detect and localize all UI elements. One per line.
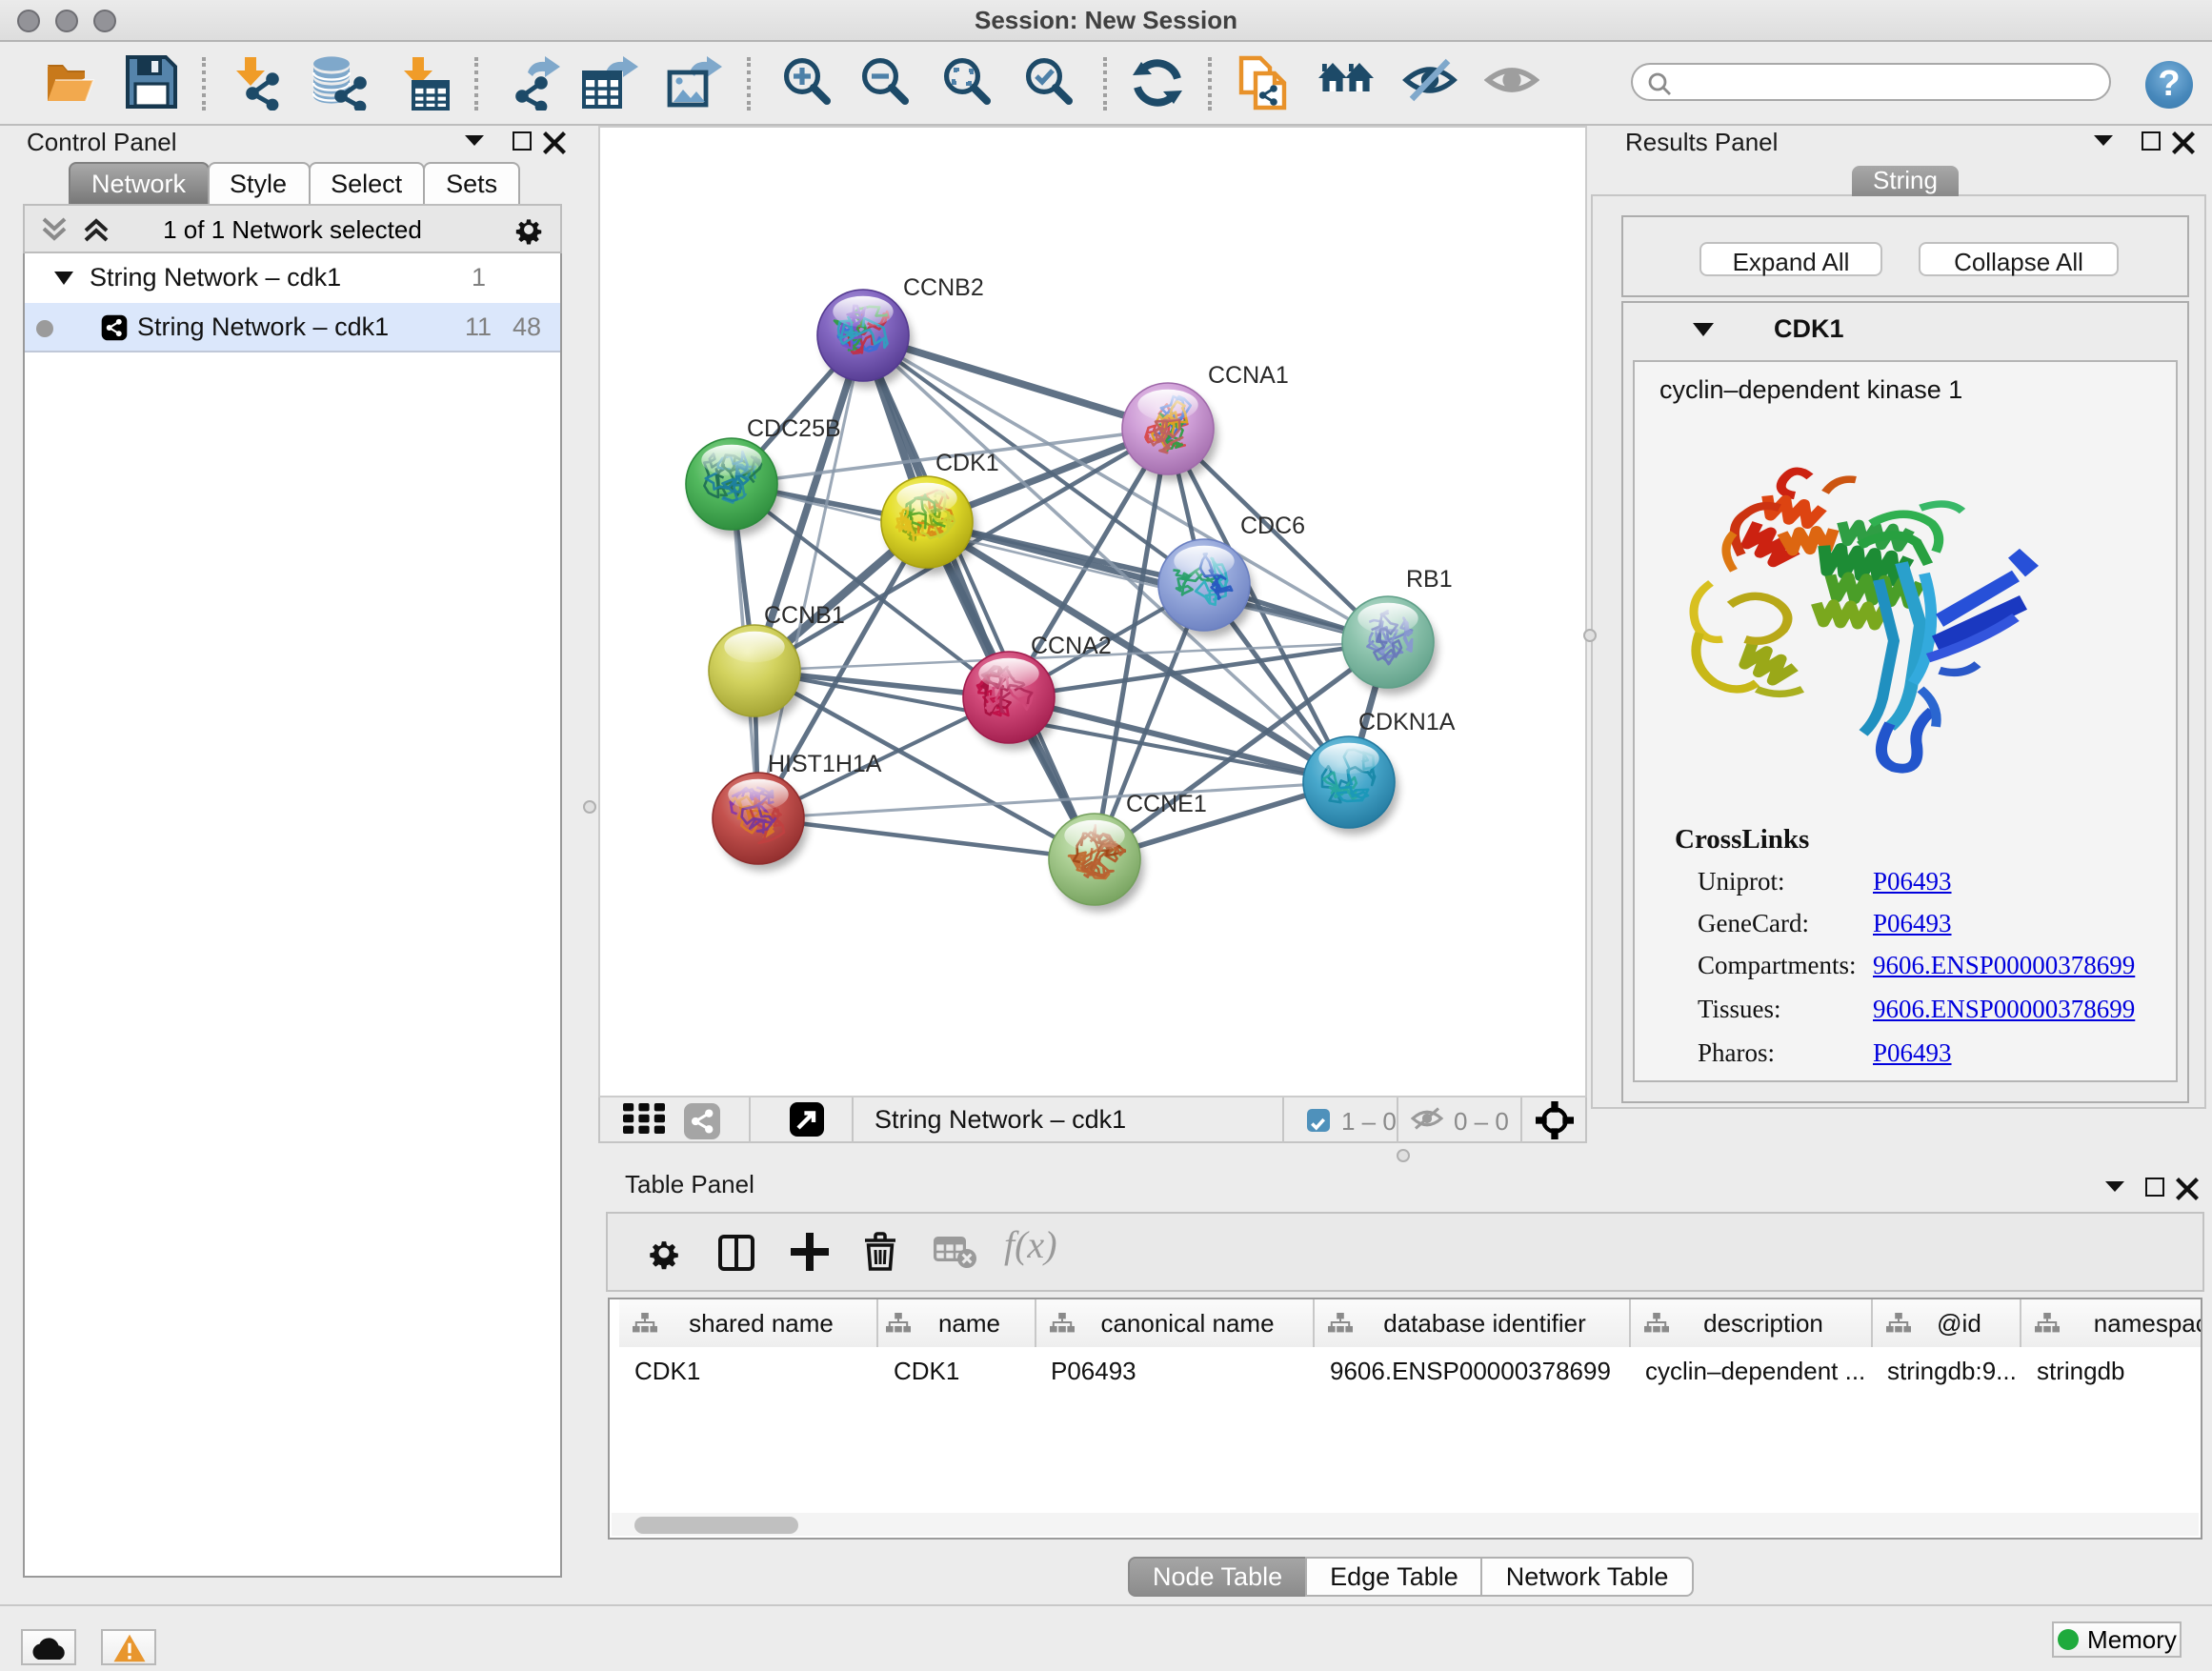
svg-text:CCNA1: CCNA1 — [1208, 362, 1289, 389]
svg-text:CDC6: CDC6 — [1240, 513, 1305, 539]
svg-text:HIST1H1A: HIST1H1A — [768, 751, 882, 777]
svg-text:CCNB1: CCNB1 — [764, 602, 845, 629]
svg-text:CCNA2: CCNA2 — [1031, 633, 1112, 659]
svg-text:CCNE1: CCNE1 — [1126, 791, 1207, 817]
svg-text:CDK1: CDK1 — [935, 450, 999, 476]
svg-text:RB1: RB1 — [1406, 566, 1453, 593]
svg-text:CDC25B: CDC25B — [747, 415, 841, 442]
svg-text:CDKN1A: CDKN1A — [1358, 709, 1456, 735]
svg-text:CCNB2: CCNB2 — [903, 274, 984, 301]
